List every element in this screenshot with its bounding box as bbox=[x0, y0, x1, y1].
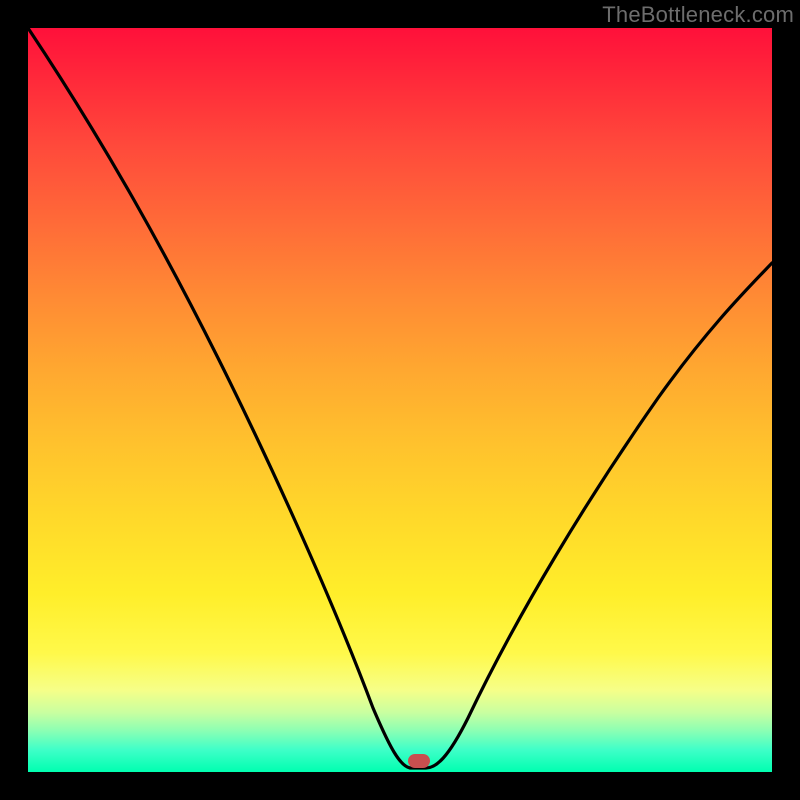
min-marker bbox=[408, 754, 430, 768]
bottleneck-curve bbox=[28, 28, 772, 772]
chart-stage: TheBottleneck.com bbox=[0, 0, 800, 800]
watermark-text: TheBottleneck.com bbox=[602, 2, 794, 28]
plot-area bbox=[28, 28, 772, 772]
curve-path bbox=[28, 28, 772, 768]
